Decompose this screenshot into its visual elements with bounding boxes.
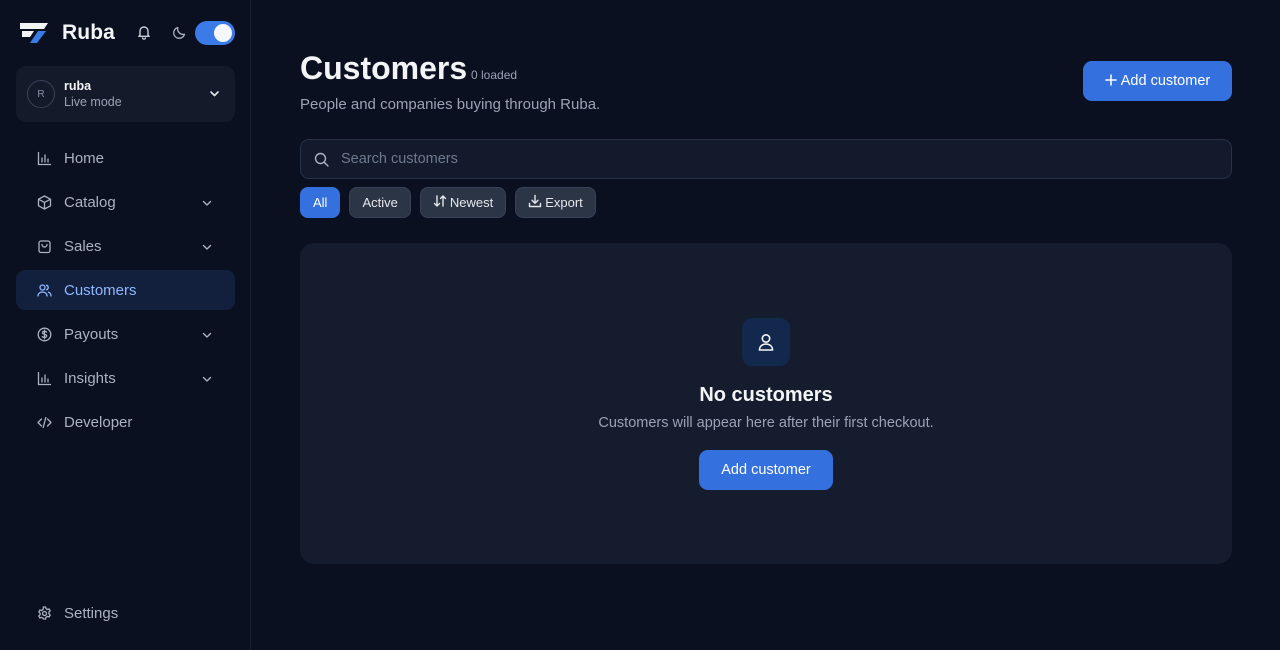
chevron-down-icon (201, 372, 213, 384)
user-icon (742, 318, 790, 366)
sidebar-nav: Home Catalog Sales Customers Payouts Ins… (16, 138, 235, 446)
toggle-knob (214, 24, 232, 42)
account-switcher[interactable]: R ruba Live mode (16, 66, 235, 122)
page-title: Customers (300, 50, 468, 86)
theme-toggle[interactable] (195, 21, 235, 45)
sidebar-item-insights[interactable]: Insights (16, 358, 235, 398)
empty-state-title: No customers (699, 384, 833, 406)
chart-icon (36, 150, 52, 166)
account-text: ruba Live mode (64, 78, 122, 110)
search-input[interactable] (341, 140, 1211, 178)
sidebar-item-label: Payouts (64, 325, 119, 343)
bell-icon[interactable] (136, 24, 152, 40)
plus-icon (1105, 71, 1117, 89)
users-icon (36, 282, 52, 298)
gear-icon (36, 605, 52, 621)
sidebar-item-label: Customers (64, 281, 137, 299)
app-root: Ruba R ruba Live mode Home Catalog Sales… (0, 0, 1280, 650)
dollar-circle-icon (36, 326, 52, 342)
filter-bar: All Active Newest Export (300, 187, 596, 218)
box-icon (36, 194, 52, 210)
chevron-down-icon (201, 196, 213, 208)
sidebar-item-label: Catalog (64, 193, 116, 211)
empty-state-card: No customers Customers will appear here … (300, 243, 1232, 564)
filter-label: All (313, 195, 328, 210)
sidebar-item-customers[interactable]: Customers (16, 270, 235, 310)
sidebar-item-label: Insights (64, 369, 116, 387)
app-name: Ruba (62, 21, 115, 44)
chevron-down-icon (201, 328, 213, 340)
empty-add-customer-label: Add customer (721, 462, 811, 478)
sidebar-item-label: Home (64, 149, 105, 167)
filter-label: Newest (449, 195, 494, 210)
moon-icon (172, 25, 187, 40)
sidebar-item-catalog[interactable]: Catalog (16, 182, 235, 222)
page-subtitle: People and companies buying through Ruba… (300, 96, 601, 113)
filter-all-chip[interactable]: All (300, 187, 341, 218)
search-icon (314, 152, 329, 167)
add-customer-button[interactable]: Add customer (1083, 61, 1232, 101)
ruba-logo-icon[interactable] (20, 22, 48, 44)
chevron-down-icon (201, 240, 213, 252)
filter-label: Export (545, 195, 583, 210)
chart-icon (36, 370, 52, 386)
brand-bar: Ruba (20, 18, 235, 48)
filter-active-chip[interactable]: Active (349, 187, 411, 218)
account-name: ruba (64, 79, 92, 93)
download-icon (528, 194, 542, 211)
sidebar-item-sales[interactable]: Sales (16, 226, 235, 266)
sidebar-item-settings[interactable]: Settings (16, 593, 235, 633)
settings-label: Settings (64, 604, 119, 622)
search-box (300, 139, 1232, 179)
sort-newest-chip[interactable]: Newest (419, 187, 507, 218)
sort-icon (433, 194, 447, 211)
chevron-down-icon (208, 87, 221, 100)
export-chip[interactable]: Export (515, 187, 596, 218)
code-icon (36, 414, 52, 430)
account-mode: Live mode (64, 95, 122, 109)
empty-state-description: Customers will appear here after their f… (598, 415, 934, 431)
avatar: R (27, 80, 55, 108)
empty-add-customer-button[interactable]: Add customer (699, 450, 833, 490)
sidebar: Ruba R ruba Live mode Home Catalog Sales… (0, 0, 251, 650)
sidebar-item-label: Sales (64, 237, 102, 255)
add-customer-label: Add customer (1120, 73, 1211, 89)
sidebar-item-label: Developer (64, 413, 133, 431)
bag-icon (36, 238, 52, 254)
loaded-count: 0 loaded (471, 68, 518, 82)
filter-label: Active (362, 195, 398, 210)
sidebar-item-home[interactable]: Home (16, 138, 235, 178)
sidebar-item-developer[interactable]: Developer (16, 402, 235, 442)
sidebar-item-payouts[interactable]: Payouts (16, 314, 235, 354)
